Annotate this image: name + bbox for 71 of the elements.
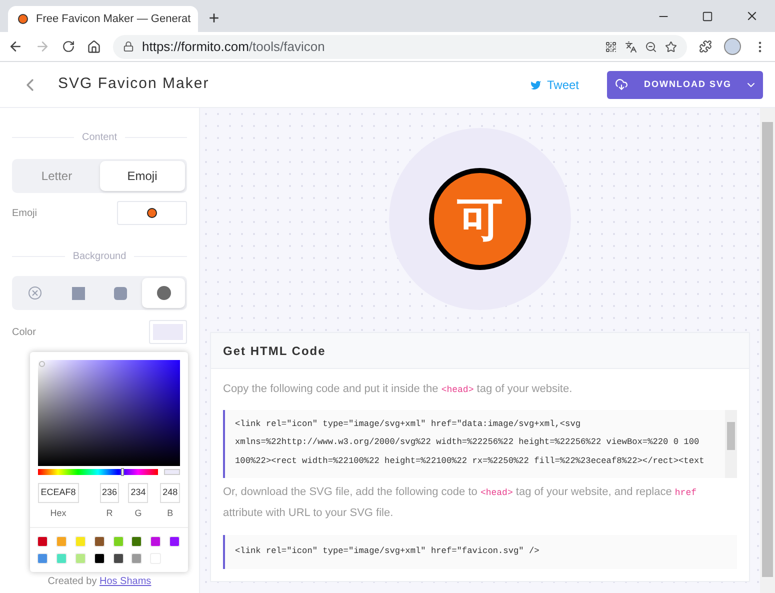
- field-label: G: [134, 507, 142, 520]
- new-tab-button[interactable]: +: [204, 8, 224, 28]
- puzzle-icon[interactable]: [699, 40, 712, 53]
- rounded-square-icon: [114, 286, 128, 300]
- color-swatch[interactable]: [131, 552, 142, 564]
- field-label: Hex: [50, 507, 66, 520]
- color-value-field[interactable]: 236: [100, 483, 120, 503]
- color-swatch[interactable]: [150, 536, 162, 546]
- color-value-field[interactable]: 234: [128, 483, 148, 503]
- zoom-out-icon[interactable]: [645, 40, 657, 52]
- browser-tab[interactable]: Free Favicon Maker — Generat: [8, 6, 198, 32]
- field-label: B: [167, 507, 174, 520]
- color-swatch[interactable]: [131, 536, 142, 546]
- code-line: 100%22><rect width=%22100%22 height=%22100%22 rx=%2250%22 fill=%22%23eceaf8%22></rect><text: [235, 455, 706, 468]
- hue-thumb[interactable]: [120, 468, 124, 476]
- download-button[interactable]: DOWNLOAD SVG: [607, 70, 763, 98]
- reload-icon[interactable]: [62, 40, 75, 53]
- color-swatch[interactable]: [56, 552, 67, 564]
- emoji-picker-field[interactable]: [117, 201, 187, 225]
- section-heading: Content: [82, 131, 118, 145]
- shape-option[interactable]: [142, 278, 185, 308]
- color-preview-swatch: [164, 469, 180, 475]
- tab-title: Free Favicon Maker — Generat: [36, 12, 191, 27]
- address-bar[interactable]: https://formito.com/tools/favicon: [113, 34, 687, 58]
- color-value-field[interactable]: ECEAF8: [38, 483, 79, 503]
- color-swatch[interactable]: [74, 552, 86, 564]
- maximize-icon[interactable]: [702, 10, 713, 22]
- color-swatch[interactable]: [37, 552, 48, 564]
- favicon-character: 可: [457, 196, 503, 242]
- qr-code-icon[interactable]: [605, 40, 617, 52]
- color-swatch[interactable]: [37, 536, 48, 546]
- color-swatch[interactable]: [112, 552, 124, 564]
- translate-icon[interactable]: [625, 40, 637, 52]
- app-title: SVG Favicon Maker: [58, 74, 210, 94]
- url-text: https://formito.com/tools/favicon: [142, 38, 326, 56]
- code-line: <link rel="icon" type="image/svg+xml" href="data:image/svg+xml,<svg: [235, 418, 582, 430]
- color-swatch[interactable]: [112, 536, 124, 546]
- emoji-icon: [147, 208, 157, 218]
- instruction-text: Or, download the SVG file, add the following code to <head> tag of your website, and replace href attribute with URL to your SVG file.: [223, 484, 698, 520]
- field-label: R: [106, 507, 113, 520]
- instruction-text: Copy the following code and put it inside the <head> tag of your website.: [223, 382, 574, 397]
- crossed-circle-icon: [28, 286, 42, 300]
- color-swatch[interactable]: [94, 552, 105, 564]
- code-line: <link rel="icon" type="image/svg+xml" href="favicon.svg" />: [235, 545, 540, 558]
- card-title: Get HTML Code: [223, 342, 326, 360]
- color-value-field[interactable]: 248: [160, 483, 180, 503]
- favicon-icon: [18, 14, 28, 24]
- hue-slider[interactable]: [38, 469, 158, 475]
- author-link[interactable]: Hos Shams: [100, 576, 152, 586]
- bird-icon: [530, 78, 542, 90]
- cloud-download-icon: [615, 78, 628, 91]
- content-tab[interactable]: Emoji: [100, 161, 185, 191]
- section-heading: Background: [72, 250, 126, 264]
- field-label: Emoji: [12, 206, 38, 220]
- star-icon[interactable]: [665, 40, 677, 52]
- picker-handle-icon[interactable]: [39, 361, 45, 367]
- color-swatch[interactable]: [74, 536, 86, 546]
- lock-icon: [123, 41, 134, 52]
- credit-text: Created by Hos Shams: [48, 574, 152, 588]
- color-swatch[interactable]: [56, 536, 67, 546]
- saturation-area[interactable]: [38, 360, 180, 466]
- close-window-icon[interactable]: [745, 9, 759, 23]
- back-icon[interactable]: [8, 39, 23, 54]
- profile-icon[interactable]: [724, 38, 741, 55]
- color-swatch[interactable]: [94, 536, 105, 546]
- field-label: Color: [12, 326, 36, 340]
- code-line: xmlns=%22http://www.w3.org/2000/svg%22 width=%22256%22 height=%22256%22 viewBox=%220 0 100: [235, 436, 700, 450]
- color-field[interactable]: [149, 320, 187, 344]
- color-swatch[interactable]: [169, 536, 180, 546]
- square-icon: [72, 286, 85, 300]
- home-icon[interactable]: [87, 40, 101, 54]
